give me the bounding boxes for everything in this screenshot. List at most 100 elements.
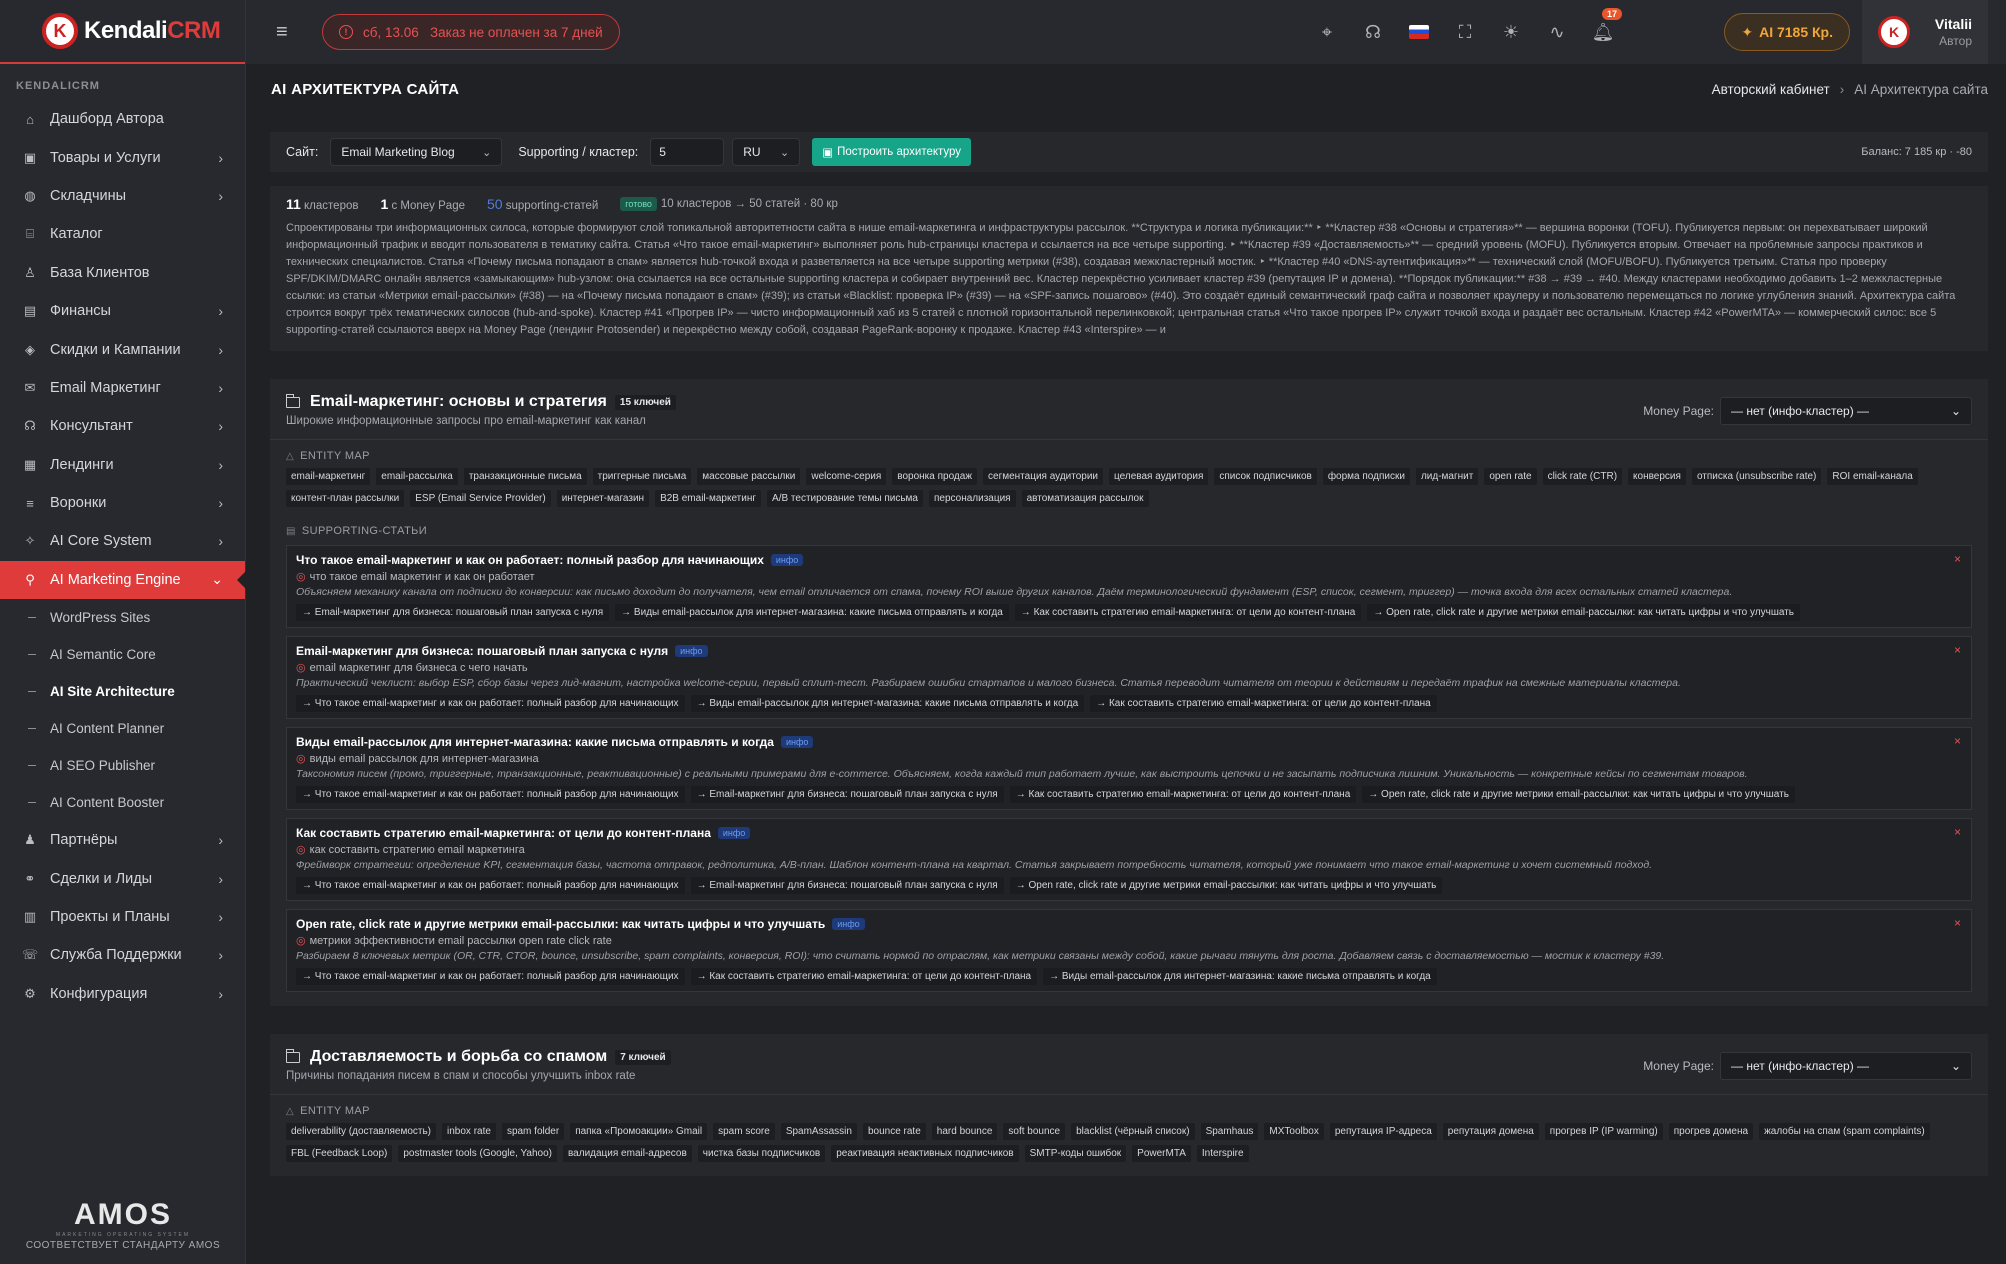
internal-link-chip[interactable]: → Как составить стратегию email-маркетин… (1090, 695, 1437, 712)
entity-tags: deliverability (доставляемость) inbox rat… (286, 1123, 1972, 1162)
internal-link-chip[interactable]: → Виды email-рассылок для интернет-магаз… (615, 604, 1009, 621)
internal-link-chip[interactable]: → Что такое email-маркетинг и как он раб… (296, 968, 685, 985)
ai-credits-pill[interactable]: ✦ AI 7185 Кр. (1724, 13, 1850, 51)
internal-link-chip[interactable]: → Как составить стратегию email-маркетин… (1009, 786, 1357, 803)
stat-status: готово 10 кластеров → 50 статей · 80 кр (620, 197, 838, 211)
internal-link-chip[interactable]: → Виды email-рассылок для интернет-магаз… (690, 695, 1085, 712)
sidebar-item-label: AI Marketing Engine (50, 571, 181, 588)
sidebar-nav: ⌂ Дашборд Автора ▣ Товары и Услуги › ◍ Складчи… (0, 100, 245, 1013)
entity-tag: welcome-серия (806, 468, 887, 485)
sidebar-item[interactable]: ⚙ Конфигурация › (0, 975, 245, 1013)
article-title: Open rate, click rate и другие метрики e… (296, 917, 826, 931)
internal-link-chip[interactable]: → Email-маркетинг для бизнеса: пошаговый… (690, 786, 1004, 803)
sidebar-subitem[interactable]: AI Site Architecture (0, 673, 245, 710)
entity-tag: автоматизация рассылок (1021, 490, 1149, 507)
sidebar-item[interactable]: ⚲ AI Marketing Engine ⌄ (0, 560, 245, 600)
users-icon: ♟ (24, 832, 36, 848)
stat-clusters: 11 кластеров (286, 196, 359, 212)
intent-badge: инфо (832, 918, 865, 930)
sidebar-item[interactable]: ⚭ Сделки и Лиды › (0, 859, 245, 897)
target-icon: ◎ (296, 571, 306, 583)
sidebar-subitem-label: AI Semantic Core (50, 647, 156, 663)
location-pin-icon[interactable]: ⌖ (1304, 0, 1350, 64)
theme-sun-icon[interactable]: ☀ (1488, 0, 1534, 64)
unpaid-order-alert[interactable]: ! сб, 13.06 Заказ не оплачен за 7 дней (322, 14, 620, 50)
fullscreen-icon[interactable]: ⛶ (1442, 0, 1488, 64)
supporting-label: Supporting / кластер: (518, 145, 639, 159)
sidebar-item[interactable]: ♟ Партнёры › (0, 821, 245, 859)
sidebar-item[interactable]: ≡ Воронки › (0, 484, 245, 522)
language-flag-icon[interactable] (1396, 0, 1442, 64)
sidebar-item[interactable]: ☏ Служба Поддержки › (0, 936, 245, 974)
internal-link-chip[interactable]: → Что такое email-маркетинг и как он раб… (296, 877, 685, 894)
sidebar-item[interactable]: ⌸ Каталог (0, 215, 245, 253)
internal-link-chip[interactable]: → Как составить стратегию email-маркетин… (690, 968, 1038, 985)
internal-link-chip[interactable]: → Виды email-рассылок для интернет-магаз… (1043, 968, 1437, 985)
remove-article-icon[interactable]: × (1954, 825, 1961, 839)
sidebar-item[interactable]: ✧ AI Core System › (0, 522, 245, 560)
language-select[interactable]: RU ⌄ (732, 138, 801, 166)
target-icon: ◎ (296, 662, 306, 674)
supporting-article-card: Виды email-рассылок для интернет-магазин… (286, 727, 1972, 810)
sidebar-item[interactable]: ▦ Лендинги › (0, 446, 245, 484)
entity-tag: список подписчиков (1214, 468, 1317, 485)
entity-tags: email-маркетинг email-рассылка транзакцион… (286, 468, 1972, 507)
sidebar-item-label: Сделки и Лиды (50, 870, 153, 887)
sidebar-item-label: Конфигурация (50, 985, 148, 1002)
internal-link-chip[interactable]: → Что такое email-маркетинг и как он раб… (296, 695, 685, 712)
internal-link-chip[interactable]: → Open rate, click rate и другие метрики… (1367, 604, 1800, 621)
sidebar-subitem[interactable]: AI Content Planner (0, 710, 245, 747)
remove-article-icon[interactable]: × (1954, 552, 1961, 566)
chevron-right-icon: › (218, 149, 223, 166)
sidebar-item-label: AI Core System (50, 533, 152, 550)
menu-toggle-icon[interactable]: ≡ (276, 21, 298, 44)
sidebar-item[interactable]: ⌂ Дашборд Автора (0, 100, 245, 138)
supporting-heading: ▤ SUPPORTING-СТАТЬИ (286, 525, 428, 537)
sidebar-subitem[interactable]: WordPress Sites (0, 599, 245, 636)
app-logo[interactable]: K KendaliCRM (0, 0, 245, 64)
sidebar-subitem[interactable]: AI SEO Publisher (0, 747, 245, 784)
sidebar-item-label: База Клиентов (50, 264, 150, 281)
sidebar-subitem[interactable]: AI Semantic Core (0, 636, 245, 673)
sidebar-subitem[interactable]: AI Content Booster (0, 784, 245, 821)
sidebar-item[interactable]: ▤ Финансы › (0, 292, 245, 330)
sidebar-item[interactable]: ♙ База Клиентов (0, 254, 245, 292)
internal-link-chip[interactable]: → Open rate, click rate и другие метрики… (1009, 877, 1443, 894)
chevron-down-icon: ⌄ (211, 571, 223, 588)
user-menu[interactable]: K Vitalii Автор (1862, 0, 1988, 64)
sidebar-item[interactable]: ▥ Проекты и Планы › (0, 898, 245, 936)
internal-link-chip[interactable]: → Email-маркетинг для бизнеса: пошаговый… (296, 604, 610, 621)
chevron-right-icon: › (218, 909, 223, 926)
breadcrumb: Авторский кабинет › AI Архитектура сайта (1712, 82, 1988, 97)
build-architecture-button[interactable]: ▣ Построить архитектуру (812, 138, 972, 166)
sidebar-item-label: Воронки (50, 495, 107, 512)
sidebar-item[interactable]: ◈ Скидки и Кампании › (0, 330, 245, 368)
breadcrumb-home-link[interactable]: Авторский кабинет (1712, 82, 1830, 97)
internal-link-chip[interactable]: → Open rate, click rate и другие метрики… (1362, 786, 1795, 803)
money-page-select[interactable]: — нет (инфо-кластер) — ⌄ (1720, 397, 1972, 425)
notifications-bell-icon[interactable]: 🔔︎ 17 (1580, 0, 1626, 64)
internal-link-chip[interactable]: → Как составить стратегию email-маркетин… (1014, 604, 1362, 621)
remove-article-icon[interactable]: × (1954, 734, 1961, 748)
remove-article-icon[interactable]: × (1954, 643, 1961, 657)
keys-count-badge: 7 ключей (615, 1049, 671, 1065)
article-title: Виды email-рассылок для интернет-магазин… (296, 735, 774, 749)
supporting-per-cluster-input[interactable]: 5 (650, 138, 725, 166)
money-page-select[interactable]: — нет (инфо-кластер) — ⌄ (1720, 1052, 1972, 1080)
top-header: ≡ ! сб, 13.06 Заказ не оплачен за 7 дней… (246, 0, 2006, 64)
sidebar-item[interactable]: ◍ Складчины › (0, 177, 245, 215)
handshake-icon: ⚭ (24, 870, 36, 886)
headset-icon[interactable]: ☊ (1350, 0, 1396, 64)
internal-link-chip[interactable]: → Email-маркетинг для бизнеса: пошаговый… (690, 877, 1004, 894)
internal-link-chip[interactable]: → Что такое email-маркетинг и как он раб… (296, 786, 685, 803)
user-name: Vitalii (1934, 16, 1972, 32)
sidebar-item[interactable]: ☊ Консультант › (0, 407, 245, 445)
activity-icon[interactable]: ∿ (1534, 0, 1580, 64)
sidebar-item[interactable]: ✉ Email Маркетинг › (0, 369, 245, 407)
internal-links: → Что такое email-маркетинг и как он раб… (296, 695, 1962, 712)
main-content: Сайт: Email Marketing Blog ⌄ Supporting /… (270, 132, 1988, 1264)
sidebar-item[interactable]: ▣ Товары и Услуги › (0, 138, 245, 176)
remove-article-icon[interactable]: × (1954, 916, 1961, 930)
site-select[interactable]: Email Marketing Blog ⌄ (330, 138, 503, 166)
sparkle-icon: ✧ (24, 533, 36, 549)
